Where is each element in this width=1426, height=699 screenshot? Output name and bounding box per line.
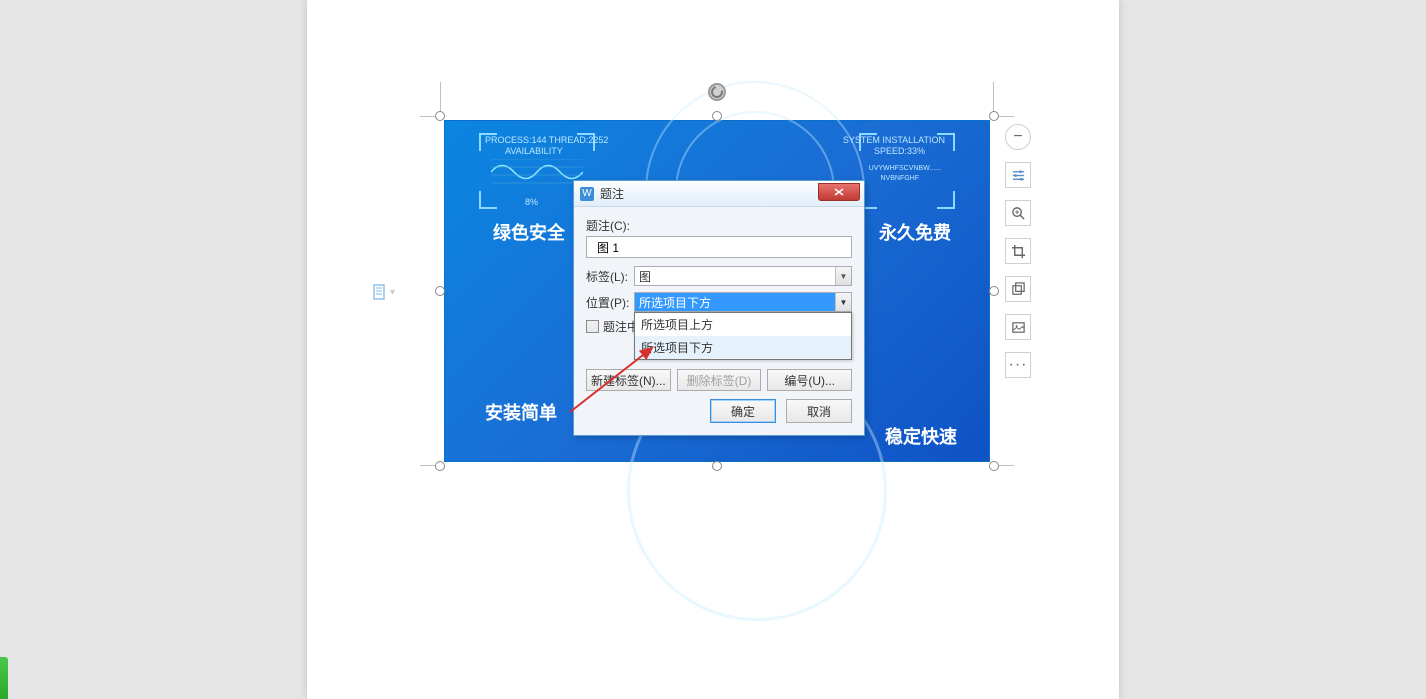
- image-tools-toolbar: − ···: [1005, 124, 1031, 378]
- minus-icon: −: [1013, 129, 1022, 145]
- label-label: 标签(L):: [586, 268, 634, 285]
- close-button[interactable]: [818, 183, 860, 201]
- image-icon: [1011, 320, 1026, 335]
- waveform-graphic: [491, 159, 583, 185]
- replace-image-button[interactable]: [1005, 276, 1031, 302]
- ok-button[interactable]: 确定: [710, 399, 776, 423]
- img-label-stable: 稳定快速: [885, 423, 957, 449]
- numbering-button[interactable]: 编号(U)...: [767, 369, 852, 391]
- resize-handle-ne[interactable]: [989, 111, 999, 121]
- caption-input[interactable]: [586, 236, 852, 258]
- more-tools-button[interactable]: ···: [1005, 352, 1031, 378]
- adjust-icon: [1011, 168, 1026, 183]
- img-text-speed: SPEED:33%: [874, 146, 925, 156]
- resize-handle-nw[interactable]: [435, 111, 445, 121]
- decoration-bracket: [479, 191, 497, 209]
- img-text-process: PROCESS:144 THREAD:2252: [485, 135, 608, 145]
- resize-handle-sw[interactable]: [435, 461, 445, 471]
- crop-button[interactable]: [1005, 238, 1031, 264]
- resize-handle-s[interactable]: [712, 461, 722, 471]
- dialog-titlebar[interactable]: W 题注: [574, 181, 864, 207]
- position-dropdown: 所选项目上方 所选项目下方: [634, 312, 852, 360]
- delete-label-button: 删除标签(D): [677, 369, 762, 391]
- dropdown-option-below[interactable]: 所选项目下方: [635, 336, 851, 359]
- label-select[interactable]: 图 ▼: [634, 266, 852, 286]
- dialog-body: 题注(C): 标签(L): 图 ▼ 位置(P): 所选项目下方 ▼ 所选项目上方…: [574, 207, 864, 435]
- chevron-down-icon: ▼: [835, 293, 851, 311]
- replace-icon: [1011, 282, 1026, 297]
- cancel-button[interactable]: 取消: [786, 399, 852, 423]
- properties-button[interactable]: [1005, 162, 1031, 188]
- position-label: 位置(P):: [586, 294, 634, 311]
- compress-image-button[interactable]: [1005, 314, 1031, 340]
- close-icon: [834, 188, 844, 196]
- zoom-button[interactable]: [1005, 200, 1031, 226]
- img-text-sysinstall: SYSTEM INSTALLATION: [843, 135, 945, 145]
- dropdown-caret-icon: ▾: [390, 287, 395, 298]
- crop-icon: [1011, 244, 1026, 259]
- img-label-simple: 安装简单: [485, 399, 557, 425]
- zoom-in-icon: [1011, 206, 1026, 221]
- status-indicator: [0, 657, 8, 699]
- layout-options-icon[interactable]: ▾: [373, 284, 395, 300]
- img-text-sub2: NVBNFGHF: [881, 175, 920, 182]
- resize-handle-n[interactable]: [712, 111, 722, 121]
- dropdown-option-above[interactable]: 所选项目上方: [635, 313, 851, 336]
- decoration-bracket: [937, 191, 955, 209]
- exclude-label-checkbox[interactable]: [586, 320, 599, 333]
- img-label-free: 永久免费: [879, 219, 951, 245]
- img-text-availability: AVAILABILITY: [505, 146, 563, 156]
- resize-handle-e[interactable]: [989, 286, 999, 296]
- position-select-value: 所选项目下方: [639, 294, 711, 311]
- rotate-handle[interactable]: [708, 83, 726, 101]
- resize-handle-se[interactable]: [989, 461, 999, 471]
- dialog-app-icon: W: [580, 187, 594, 201]
- caption-dialog: W 题注 题注(C): 标签(L): 图 ▼ 位置(P): 所选项目下方 ▼ 所…: [573, 180, 865, 436]
- resize-handle-w[interactable]: [435, 286, 445, 296]
- new-label-button[interactable]: 新建标签(N)...: [586, 369, 671, 391]
- label-select-value: 图: [639, 268, 651, 285]
- position-select[interactable]: 所选项目下方 ▼: [634, 292, 852, 312]
- img-label-green-safe: 绿色安全: [493, 219, 565, 245]
- img-text-pct: 8%: [525, 197, 538, 207]
- dialog-title: 题注: [600, 185, 624, 202]
- img-text-sub1: UVYWHFSCVNBW......: [869, 165, 941, 172]
- more-icon: ···: [1009, 356, 1028, 374]
- collapse-toolbar-button[interactable]: −: [1005, 124, 1031, 150]
- caption-label: 题注(C):: [586, 217, 852, 234]
- chevron-down-icon: ▼: [835, 267, 851, 285]
